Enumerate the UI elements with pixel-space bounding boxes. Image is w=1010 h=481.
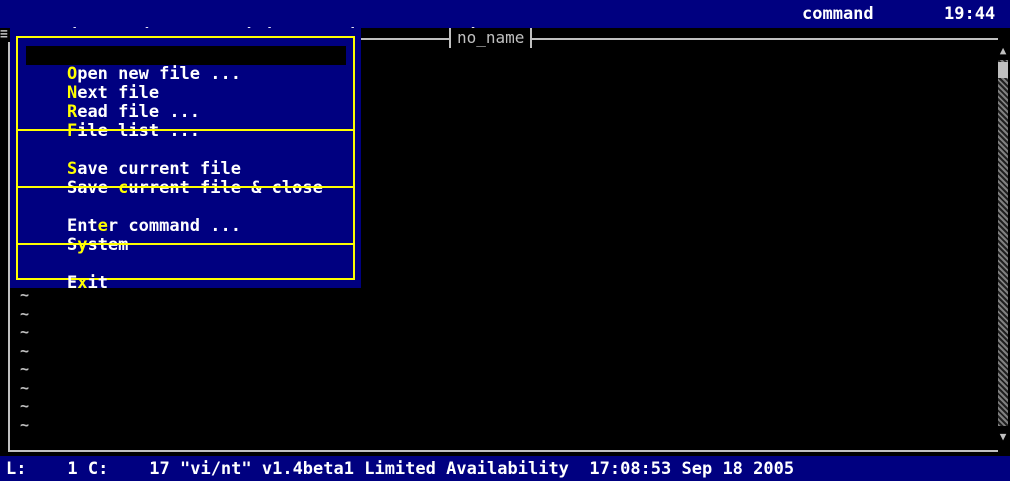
status-bar: L: 1 C: 17 "vi/nt" v1.4beta1 Limited Ava… [0,456,1010,481]
menu-separator [16,243,355,245]
menu-item-label-prefix: Save [66,178,119,198]
menu-item-next-file[interactable]: Next file [26,65,159,103]
empty-line-tilde: ~ [20,378,30,397]
window-title: no_name [449,28,533,48]
menu-item-hotkey: c [118,178,129,198]
menu-item-label: stem [87,235,129,255]
menu-item-save-current-file[interactable]: Save current file [26,141,241,179]
menu-bar: File Edit Position Window Options Help c… [0,0,1010,46]
menu-window[interactable]: Window [296,3,398,46]
menu-item-label: ile list ... [77,121,201,141]
menu-item-file-list[interactable]: File list ... [26,103,200,141]
menu-item-label-prefix: E [66,273,78,293]
scroll-track[interactable] [998,60,1008,426]
empty-line-tilde: ~ [20,323,30,341]
menu-item-hotkey: y [77,235,88,255]
status-text: L: 1 C: 17 "vi/nt" v1.4beta1 Limited Ava… [6,459,795,479]
clock: 19:44 [944,4,996,24]
menu-item-label-prefix: S [66,235,78,255]
menu-item-open-new-file[interactable]: Open new file ... [26,46,346,84]
menu-item-exit[interactable]: Exit [26,255,108,293]
menu-item-label: it [87,273,108,293]
menu-position[interactable]: Position [172,3,295,46]
menu-item-system[interactable]: System [26,217,128,255]
scroll-down-arrow-icon[interactable]: ▼ [998,430,1008,444]
empty-line-tilde: ~ [20,360,30,378]
scroll-up-arrow-icon[interactable]: ▲ [998,44,1008,58]
menu-item-read-file[interactable]: Read file ... [26,84,200,122]
menu-separator [16,129,355,131]
menu-separator [16,186,355,188]
menu-item-save-current-file-and-close[interactable]: Save current file & close [26,160,323,198]
menu-item-hotkey: x [77,273,88,293]
menu-item-label: urrent file & close [128,178,323,198]
empty-line-tilde: ~ [20,397,30,415]
menu-item-hotkey: F [66,121,78,141]
menu-item-enter-command[interactable]: Enter command ... [26,198,241,236]
empty-line-tilde: ~ [20,415,30,434]
menu-options[interactable]: Options [396,3,509,46]
mode-indicator: command [802,4,874,24]
empty-line-tilde: ~ [20,341,30,360]
file-menu-dropdown: Open new file ... Next file Read file ..… [10,28,361,293]
vertical-scrollbar[interactable]: ▲ ▼ [996,38,1010,452]
window-frame-bottom [8,450,998,452]
window-menu-icon[interactable]: ≡ [0,28,10,42]
menu-edit[interactable]: Edit [80,3,162,46]
menu-help[interactable]: Help [508,3,590,46]
scroll-thumb[interactable] [998,62,1008,78]
